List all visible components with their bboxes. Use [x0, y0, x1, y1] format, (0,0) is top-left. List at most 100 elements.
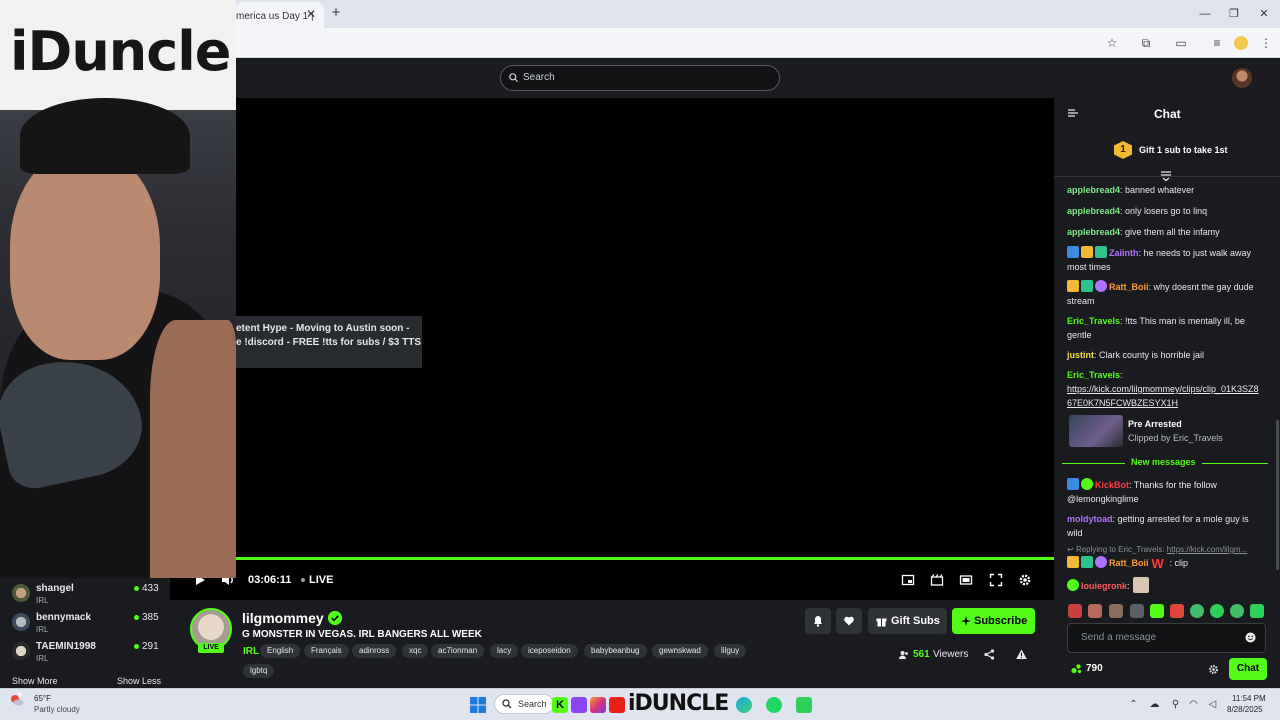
channel-points-icon[interactable] — [1071, 663, 1082, 674]
tray-overflow-icon[interactable]: ⌃ — [1128, 699, 1139, 710]
emote-icon[interactable] — [1109, 604, 1123, 618]
progress-bar[interactable] — [236, 557, 1054, 560]
pinned-message-icon[interactable] — [1160, 171, 1172, 181]
show-more-button[interactable]: Show More — [12, 676, 58, 686]
chat-settings-icon[interactable] — [1208, 664, 1219, 675]
tag[interactable]: Français — [304, 644, 349, 658]
chat-username[interactable]: Ratt_Boii — [1109, 558, 1149, 568]
chat-username[interactable]: Eric_Travels — [1067, 370, 1120, 380]
chat-username[interactable]: Zaiinth — [1109, 248, 1139, 258]
chat-username[interactable]: applebread4 — [1067, 227, 1120, 237]
chat-username[interactable]: KickBot — [1095, 480, 1129, 490]
channel-name[interactable]: shangel — [36, 583, 74, 594]
collapse-chat-icon[interactable] — [1068, 108, 1078, 118]
edge-browser-icon[interactable] — [736, 697, 752, 713]
wifi-icon[interactable]: ◠ — [1188, 699, 1199, 710]
emote-icon[interactable] — [1068, 604, 1082, 618]
reading-list-icon[interactable]: ≡ — [1209, 35, 1225, 51]
subscribe-button[interactable]: Subscribe — [952, 608, 1035, 634]
live-label[interactable]: LIVE — [309, 574, 333, 586]
emote-icon[interactable] — [1150, 604, 1164, 618]
gift-subs-button[interactable]: Gift Subs — [868, 608, 947, 634]
youtube-app-icon[interactable] — [609, 697, 625, 713]
tag[interactable]: English — [260, 644, 301, 658]
channel-points-count: 790 — [1086, 663, 1103, 674]
channel-name[interactable]: bennymack — [36, 612, 91, 623]
kick-app-icon[interactable]: K — [552, 697, 568, 713]
emote-icon[interactable] — [1250, 604, 1264, 618]
emote-icon[interactable] — [1170, 604, 1184, 618]
tag[interactable]: ac7ionman — [431, 644, 485, 658]
pip-icon[interactable] — [901, 573, 915, 587]
user-avatar[interactable] — [1232, 68, 1252, 88]
clip-title[interactable]: Pre Arrested — [1128, 419, 1182, 429]
gift-leaderboard-text[interactable]: Gift 1 sub to take 1st — [1139, 145, 1228, 155]
weather-temperature[interactable]: 65°F — [34, 694, 51, 703]
browser-menu-icon[interactable]: ⋮ — [1258, 35, 1274, 51]
emote-icon[interactable] — [1190, 604, 1204, 618]
chat-scrollbar[interactable] — [1276, 420, 1279, 570]
tag[interactable]: lilguy — [714, 644, 747, 658]
app-icon[interactable] — [796, 697, 812, 713]
show-less-button[interactable]: Show Less — [117, 676, 161, 686]
tag[interactable]: xqc — [402, 644, 429, 658]
tag[interactable]: iceposeidon — [521, 644, 578, 658]
chat-username[interactable]: justint — [1067, 350, 1094, 360]
chat-link[interactable]: https://kick.com/lilgmommey/clips/clip_0… — [1067, 384, 1259, 408]
new-tab-icon[interactable]: + — [329, 5, 343, 20]
chat-username[interactable]: moldytoad — [1067, 514, 1113, 524]
follow-button[interactable] — [836, 608, 862, 634]
reply-link[interactable]: https://kick.com/lilgm... — [1167, 545, 1247, 554]
minimize-icon[interactable]: — — [1198, 7, 1212, 21]
volume-icon[interactable]: ◁ — [1207, 699, 1218, 710]
tag[interactable]: gewnskwad — [652, 644, 708, 658]
chat-username[interactable]: louiegronk — [1081, 581, 1127, 591]
chat-message: louiegronk: — [1067, 577, 1261, 593]
chat-username[interactable]: Eric_Travels — [1067, 316, 1120, 326]
network-icon[interactable]: ☁ — [1149, 699, 1160, 710]
chat-username[interactable]: applebread4 — [1067, 185, 1120, 195]
close-tab-icon[interactable]: ✕ — [304, 7, 318, 21]
extensions-icon[interactable]: ⧉ — [1138, 35, 1154, 51]
clip-icon[interactable] — [930, 573, 944, 587]
tag[interactable]: lgbtq — [243, 664, 275, 678]
tag[interactable]: adinross — [352, 644, 397, 658]
emote-icon[interactable] — [1230, 604, 1244, 618]
emote-icon[interactable] — [1130, 604, 1144, 618]
channel-avatar[interactable] — [12, 642, 30, 660]
tag[interactable]: babybeanbug — [584, 644, 647, 658]
chat-username[interactable]: Ratt_Boii — [1109, 282, 1149, 292]
pinned-window-label[interactable]: iDUNCLE — [628, 691, 729, 716]
share-icon[interactable] — [984, 649, 995, 660]
bookmark-star-icon[interactable]: ☆ — [1104, 35, 1120, 51]
windows-start-icon[interactable] — [470, 697, 486, 713]
profile-icon[interactable] — [1233, 35, 1249, 51]
close-window-icon[interactable]: ✕ — [1257, 7, 1271, 21]
settings-gear-icon[interactable] — [1018, 573, 1032, 587]
send-chat-button[interactable]: Chat — [1229, 658, 1267, 680]
channel-avatar[interactable] — [12, 584, 30, 602]
emote-icon[interactable] — [1088, 604, 1102, 618]
cast-icon[interactable]: ▭ — [1173, 35, 1189, 51]
restore-icon[interactable]: ❐ — [1227, 7, 1241, 21]
spotify-icon[interactable] — [766, 697, 782, 713]
clip-thumbnail[interactable] — [1069, 415, 1123, 447]
channel-avatar[interactable] — [12, 613, 30, 631]
microphone-icon[interactable]: ⚲ — [1170, 699, 1181, 710]
instagram-app-icon[interactable] — [590, 697, 606, 713]
report-icon[interactable] — [1016, 649, 1027, 660]
chat-username[interactable]: applebread4 — [1067, 206, 1120, 216]
fullscreen-icon[interactable] — [989, 573, 1003, 587]
emote-icon[interactable] — [1210, 604, 1224, 618]
notification-button[interactable] — [805, 608, 831, 634]
reply-context[interactable]: ↩ Replying to Eric_Travels: https://kick… — [1067, 545, 1263, 554]
tag[interactable]: lacy — [490, 644, 519, 658]
stream-category[interactable]: IRL — [243, 646, 259, 657]
clock-time[interactable]: 11:54 PM — [1232, 694, 1266, 703]
new-messages-label[interactable]: New messages — [1125, 457, 1202, 467]
streamer-name[interactable]: lilgmommey — [242, 610, 324, 626]
theater-mode-icon[interactable] — [959, 573, 973, 587]
channel-name[interactable]: TAEMIN1998 — [36, 641, 96, 652]
twitch-app-icon[interactable] — [571, 697, 587, 713]
emoji-picker-icon[interactable] — [1245, 632, 1256, 643]
